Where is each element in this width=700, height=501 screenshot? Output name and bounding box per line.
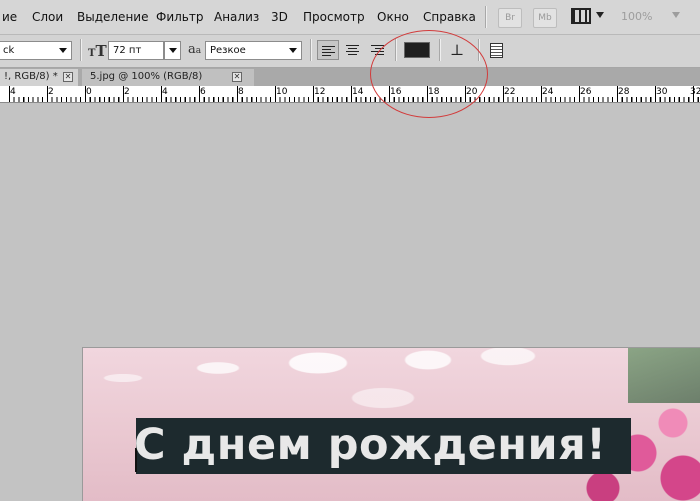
bridge-button[interactable]: Br [498,8,522,28]
ruler-label: 6 [200,87,206,97]
ruler-label: 8 [238,87,244,97]
ruler-label: 2 [124,87,130,97]
chevron-down-icon[interactable] [596,12,604,18]
ruler-label: 10 [276,87,288,97]
menu-bar: ие Слои Выделение Фильтр Анализ 3D Просм… [0,0,700,35]
horizontal-ruler[interactable]: 4 2 0 2 4 6 8 10 12 14 16 18 20 22 24 26… [0,86,700,103]
ruler-label: 2 [48,87,54,97]
menu-select[interactable]: Выделение [77,10,148,24]
font-size-icon: TT [88,42,107,60]
menu-window[interactable]: Окно [377,10,409,24]
document-canvas[interactable]: С днем рождения! [82,347,700,501]
tab-label: !, RGB/8) * [4,71,58,82]
options-separator [80,39,82,61]
minibridge-button[interactable]: Mb [533,8,557,28]
align-center-button[interactable] [342,40,364,60]
align-left-button[interactable] [317,40,339,60]
options-separator [310,39,312,61]
birthday-text-layer[interactable]: С днем рождения! [134,417,606,473]
image-foliage [628,348,700,403]
menu-filter[interactable]: Фильтр [156,10,203,24]
menu-layers[interactable]: Слои [32,10,63,24]
menu-help[interactable]: Справка [423,10,476,24]
antialias-icon: aa [188,42,202,57]
ruler-label: 14 [352,87,364,97]
zoom-level[interactable]: 100% [621,10,652,23]
ruler-label: 22 [504,87,516,97]
menu-3d[interactable]: 3D [271,10,288,24]
font-size-dropdown[interactable] [164,41,181,60]
chevron-down-icon [289,48,297,53]
ruler-label: 4 [10,87,16,97]
ruler-label: 24 [542,87,554,97]
ruler-label: 32 [690,87,700,97]
font-size-value: 72 пт [113,45,142,56]
font-style-value: ck [3,45,15,56]
tab-document-2[interactable]: 5.jpg @ 100% (RGB/8) [82,69,254,86]
ruler-ticks [0,86,700,102]
view-extras-icon[interactable] [571,8,591,24]
menu-view[interactable]: Просмотр [303,10,365,24]
close-icon[interactable]: ✕ [63,72,73,82]
ruler-label: 30 [656,87,668,97]
menu-separator [485,6,487,28]
annotation-circle [370,30,488,118]
tab-label: 5.jpg @ 100% (RGB/8) [90,71,203,82]
zoom-chevron-down-icon[interactable] [672,12,680,18]
font-style-select[interactable]: ck [0,41,72,60]
chevron-down-icon [59,48,67,53]
antialias-select[interactable]: Резкое [205,41,302,60]
antialias-value: Резкое [210,45,246,56]
character-panel-icon[interactable] [490,43,503,58]
menu-image[interactable]: ие [2,10,17,24]
chevron-down-icon [169,48,177,53]
ruler-label: 12 [314,87,326,97]
menu-analysis[interactable]: Анализ [214,10,259,24]
close-icon[interactable]: ✕ [232,72,242,82]
font-size-field[interactable]: 72 пт [108,41,164,60]
ruler-label: 26 [580,87,592,97]
ruler-label: 4 [162,87,168,97]
ruler-label: 28 [618,87,630,97]
ruler-label: 0 [86,87,92,97]
